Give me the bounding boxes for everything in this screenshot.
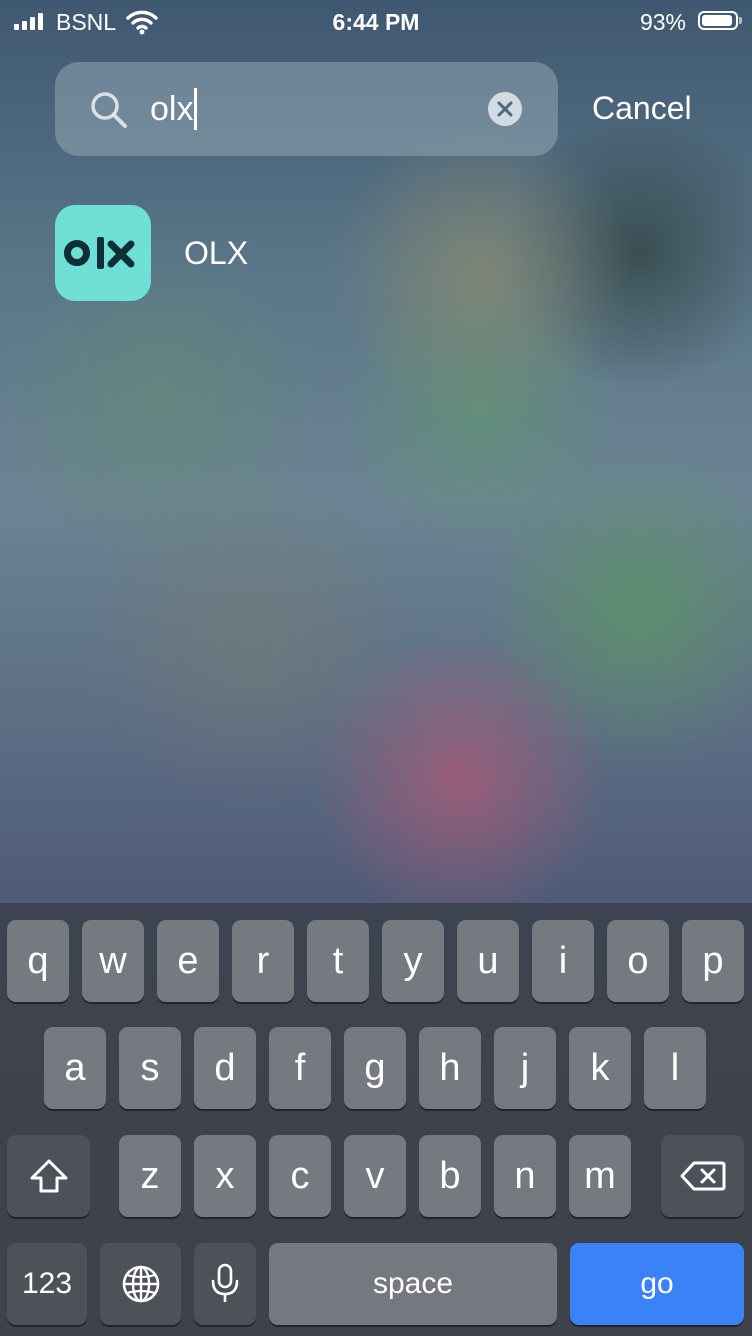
search-query-text: olx: [150, 90, 194, 128]
clear-circle-icon: [497, 101, 513, 117]
shift-arrow-icon: [30, 1159, 67, 1193]
magnifier-icon: [91, 92, 127, 128]
key-s[interactable]: s: [119, 1027, 181, 1109]
shift-key[interactable]: [7, 1135, 90, 1217]
space-key[interactable]: space: [269, 1243, 557, 1325]
key-d[interactable]: d: [194, 1027, 256, 1109]
search-input[interactable]: olx: [55, 62, 558, 156]
key-v[interactable]: v: [344, 1135, 406, 1217]
search-result-app[interactable]: OLX: [55, 205, 455, 301]
key-z[interactable]: z: [119, 1135, 181, 1217]
text-cursor: [194, 88, 198, 130]
cancel-button[interactable]: Cancel: [592, 90, 692, 127]
key-a[interactable]: a: [44, 1027, 106, 1109]
search-query[interactable]: olx: [150, 88, 198, 130]
olx-logo: [64, 237, 135, 269]
key-b[interactable]: b: [419, 1135, 481, 1217]
key-n[interactable]: n: [494, 1135, 556, 1217]
key-t[interactable]: t: [307, 920, 369, 1002]
key-h[interactable]: h: [419, 1027, 481, 1109]
key-e[interactable]: e: [157, 920, 219, 1002]
delete-key[interactable]: [661, 1135, 744, 1217]
battery-percentage: 93%: [639, 9, 686, 35]
globe-icon: [122, 1265, 159, 1303]
key-o[interactable]: o: [607, 920, 669, 1002]
app-name-label[interactable]: OLX: [184, 235, 248, 272]
key-m[interactable]: m: [569, 1135, 631, 1217]
key-i[interactable]: i: [532, 920, 594, 1002]
on-screen-keyboard: q w e r t y u i o p a s d f g h j k l z …: [0, 903, 752, 1336]
backspace-icon: [680, 1161, 725, 1191]
numbers-key[interactable]: 123: [7, 1243, 87, 1325]
key-q[interactable]: q: [7, 920, 69, 1002]
key-l[interactable]: l: [644, 1027, 706, 1109]
key-j[interactable]: j: [494, 1027, 556, 1109]
key-y[interactable]: y: [382, 920, 444, 1002]
key-w[interactable]: w: [82, 920, 144, 1002]
key-r[interactable]: r: [232, 920, 294, 1002]
key-f[interactable]: f: [269, 1027, 331, 1109]
globe-key[interactable]: [100, 1243, 181, 1325]
microphone-icon: [211, 1263, 239, 1302]
clear-search-button[interactable]: [488, 92, 522, 126]
key-x[interactable]: x: [194, 1135, 256, 1217]
olx-app-icon[interactable]: [55, 205, 151, 301]
dictation-key[interactable]: [194, 1243, 256, 1325]
key-c[interactable]: c: [269, 1135, 331, 1217]
key-g[interactable]: g: [344, 1027, 406, 1109]
key-p[interactable]: p: [682, 920, 744, 1002]
battery-icon: [698, 11, 742, 30]
key-u[interactable]: u: [457, 920, 519, 1002]
go-key[interactable]: go: [570, 1243, 744, 1325]
status-bar: BSNL 6:44 PM 93%: [0, 0, 752, 44]
key-k[interactable]: k: [569, 1027, 631, 1109]
